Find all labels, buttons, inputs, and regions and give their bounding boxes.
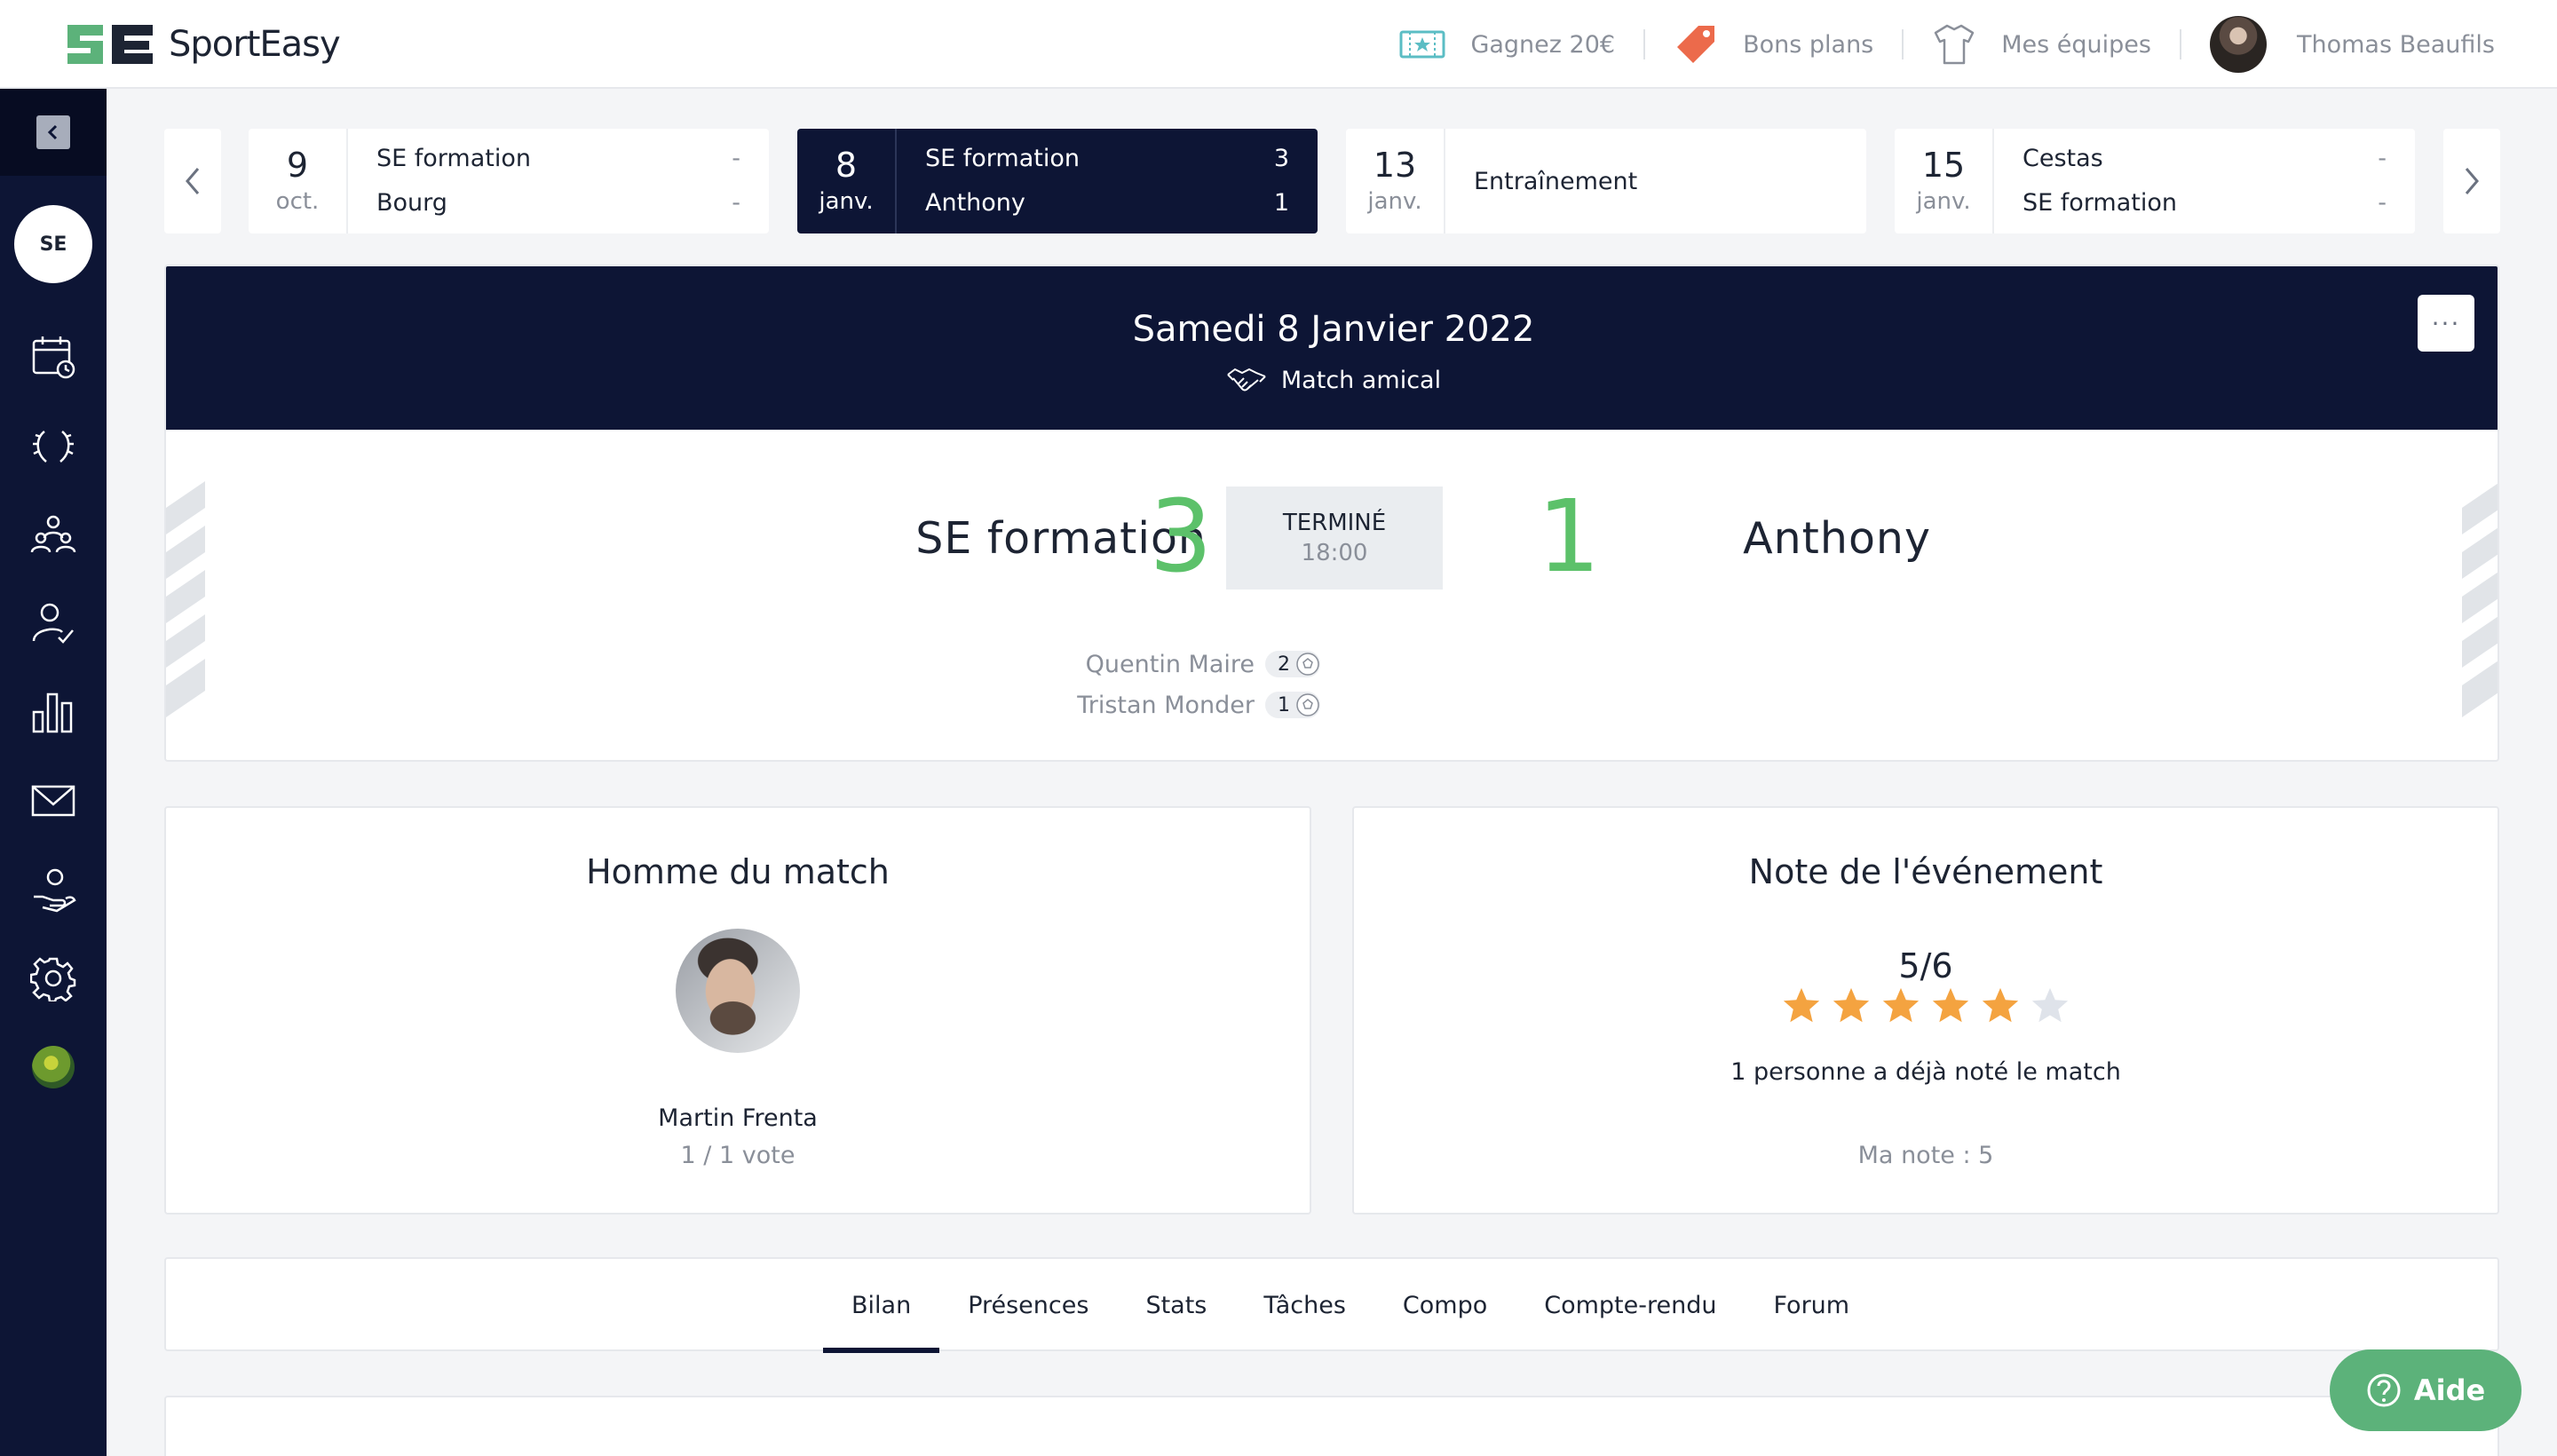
sidebar-item-competitions[interactable] <box>27 419 80 472</box>
user-menu[interactable]: Thomas Beaufils <box>2210 16 2495 73</box>
match-status: TERMINÉ 18:00 <box>1226 487 1443 590</box>
event-rating-card[interactable]: Note de l'événement 5/6 1 personne a déj… <box>1352 806 2499 1215</box>
calendar-icon <box>32 336 75 379</box>
tab-stats[interactable]: Stats <box>1117 1259 1235 1351</box>
soccer-ball-icon <box>1296 693 1319 716</box>
chevron-left-icon <box>36 115 70 149</box>
sidebar-item-settings[interactable] <box>27 952 80 1005</box>
event-date: 8 janv. <box>797 129 897 233</box>
team-icon <box>30 515 76 553</box>
event-card[interactable]: 13 janv. Entraînement <box>1346 129 1866 233</box>
match-type: Match amical <box>166 364 2498 396</box>
more-options-button[interactable]: ··· <box>2418 295 2474 352</box>
tab-compo[interactable]: Compo <box>1374 1259 1516 1351</box>
event-teams: SE formation 3 Anthony 1 <box>925 145 1289 217</box>
soccer-ball-icon <box>1296 653 1319 676</box>
match-header: Samedi 8 Janvier 2022 Match amical ··· <box>166 266 2498 430</box>
sport-ball-icon[interactable] <box>32 1046 75 1088</box>
user-avatar <box>2210 16 2267 73</box>
sporteasy-logo-icon <box>67 25 153 64</box>
sidebar-item-donations[interactable] <box>27 863 80 916</box>
sidebar-item-calendar[interactable] <box>27 330 80 384</box>
star-filled-icon[interactable] <box>1880 985 1921 1026</box>
decorative-stripes <box>2462 483 2498 717</box>
goal-count: 1 <box>1265 692 1320 718</box>
rating-count: 1 personne a déjà noté le match <box>1730 1058 2121 1086</box>
player-photo <box>676 929 800 1053</box>
event-date: 9 oct. <box>249 129 348 233</box>
question-icon <box>2367 1373 2401 1407</box>
card-title: Homme du match <box>586 852 890 891</box>
star-empty-icon[interactable] <box>2030 985 2070 1026</box>
event-card[interactable]: 15 janv. Cestas - SE formation - <box>1895 129 2415 233</box>
event-date: 15 janv. <box>1895 129 1994 233</box>
donate-icon <box>34 868 76 913</box>
player-name: Martin Frenta <box>658 1104 818 1132</box>
top-bar: SportEasy Gagnez 20€ Bons plans Mes équi… <box>0 0 2557 89</box>
man-of-the-match-card[interactable]: Homme du match Martin Frenta 1 / 1 vote <box>164 806 1311 1215</box>
sidebar-item-stats[interactable] <box>27 685 80 739</box>
nav-divider <box>1902 29 1904 59</box>
star-filled-icon[interactable] <box>1831 985 1872 1026</box>
event-card[interactable]: 9 oct. SE formation - Bourg - <box>249 129 769 233</box>
referral-link[interactable]: Gagnez 20€ <box>1399 27 1615 62</box>
scorer-row[interactable]: Tristan Monder 1 <box>859 687 1320 723</box>
star-rating[interactable] <box>1354 985 2498 1026</box>
event-tabs: Bilan Présences Stats Tâches Compo Compt… <box>164 1257 2499 1353</box>
sidebar: SE <box>0 89 107 1456</box>
vote-count: 1 / 1 vote <box>680 1142 796 1169</box>
match-panel: Samedi 8 Janvier 2022 Match amical ··· S… <box>164 265 2499 762</box>
member-check-icon <box>32 603 74 644</box>
event-card-selected[interactable]: 8 janv. SE formation 3 Anthony 1 <box>797 129 1318 233</box>
star-filled-icon[interactable] <box>1930 985 1971 1026</box>
my-rating: Ma note : 5 <box>1857 1142 1994 1169</box>
sidebar-item-attendance[interactable] <box>27 597 80 650</box>
help-button[interactable]: Aide <box>2330 1349 2521 1431</box>
decorative-stripes <box>166 481 205 717</box>
match-date: Samedi 8 Janvier 2022 <box>1132 309 1535 350</box>
event-teams: Cestas - SE formation - <box>2023 145 2387 217</box>
tab-content-panel <box>164 1396 2499 1456</box>
mail-icon <box>31 785 75 817</box>
tab-taches[interactable]: Tâches <box>1235 1259 1374 1351</box>
sidebar-collapse-button[interactable] <box>0 89 107 176</box>
tab-compte-rendu[interactable]: Compte-rendu <box>1516 1259 1745 1351</box>
laurel-icon <box>33 431 74 463</box>
away-team-name[interactable]: Anthony <box>1594 513 1931 564</box>
tab-presences[interactable]: Présences <box>939 1259 1117 1351</box>
tag-icon <box>1677 26 1715 63</box>
card-title: Note de l'événement <box>1748 852 2103 891</box>
logo[interactable]: SportEasy <box>64 21 341 67</box>
user-name: Thomas Beaufils <box>2297 30 2495 59</box>
ticket-icon <box>1399 30 1445 59</box>
tab-forum[interactable]: Forum <box>1745 1259 1878 1351</box>
my-teams-link[interactable]: Mes équipes <box>1932 22 2151 67</box>
star-filled-icon[interactable] <box>1781 985 1822 1026</box>
event-title: Entraînement <box>1474 167 1638 195</box>
tab-bilan[interactable]: Bilan <box>823 1259 940 1353</box>
brand-name: SportEasy <box>169 24 341 65</box>
prev-event-button[interactable] <box>164 129 221 233</box>
handshake-icon <box>1227 368 1266 392</box>
goal-count: 2 <box>1265 651 1320 677</box>
deals-link[interactable]: Bons plans <box>1674 22 1873 67</box>
scorer-row[interactable]: Quentin Maire 2 <box>859 646 1320 682</box>
chevron-right-icon <box>2465 168 2479 194</box>
jersey-icon <box>1935 24 1975 65</box>
top-nav: Gagnez 20€ Bons plans Mes équipes Thomas… <box>1399 0 2495 89</box>
settings-icon <box>30 957 76 1001</box>
event-teams: SE formation - Bourg - <box>376 145 740 217</box>
sidebar-item-messages[interactable] <box>27 774 80 827</box>
team-badge[interactable]: SE <box>14 205 92 283</box>
chevron-left-icon <box>186 168 200 194</box>
nav-divider <box>1643 29 1646 59</box>
rating-value: 5/6 <box>1898 946 1953 985</box>
event-date: 13 janv. <box>1346 129 1445 233</box>
stats-icon <box>32 692 73 733</box>
sidebar-item-team[interactable] <box>27 508 80 561</box>
star-filled-icon[interactable] <box>1980 985 2021 1026</box>
nav-divider <box>2180 29 2181 59</box>
next-event-button[interactable] <box>2443 129 2500 233</box>
